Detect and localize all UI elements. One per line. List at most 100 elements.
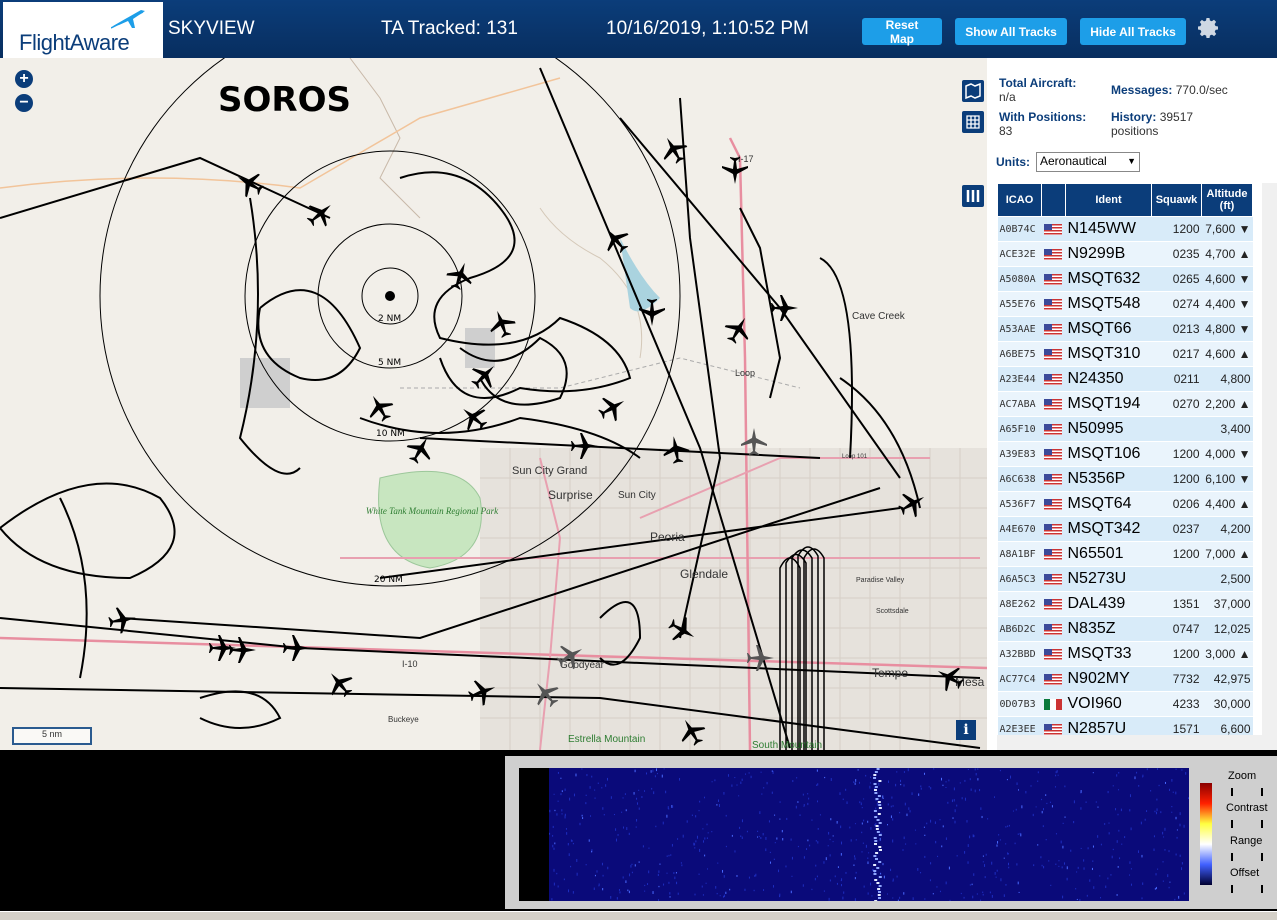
flag-cell [1042,517,1066,542]
table-row[interactable]: AB6D2CN835Z074712,025 [998,617,1253,642]
table-row[interactable]: A23E44N2435002114,800 [998,367,1253,392]
table-vertical-scrollbar[interactable] [1262,183,1277,750]
zoom-in-icon[interactable]: + [15,70,33,88]
country-flag-icon [1044,474,1062,485]
table-row[interactable]: A39E83MSQT10612004,000 ▼ [998,442,1253,467]
icao-cell: A32BBD [998,642,1042,667]
altitude-cell: 12,025 [1202,617,1253,642]
flag-cell [1042,417,1066,442]
flag-cell [1042,592,1066,617]
altitude-trend-icon: ▼ [1239,297,1251,311]
place-label: Glendale [680,567,728,581]
offset-slider[interactable] [1231,885,1263,893]
contrast-slider[interactable] [1231,820,1263,828]
altitude-value: 4,400 [1205,497,1235,511]
ring-label-5nm: 5 NM [378,358,401,368]
altitude-value: 4,600 [1205,347,1235,361]
table-row[interactable]: A6BE75MSQT31002174,600 ▲ [998,342,1253,367]
country-flag-icon [1044,724,1062,735]
grid-icon[interactable] [962,111,984,133]
reset-map-button[interactable]: Reset Map [862,18,942,45]
altitude-cell: 4,400 ▲ [1202,492,1253,517]
place-label: Sun City [618,490,656,501]
table-row[interactable]: A32BBDMSQT3312003,000 ▲ [998,642,1253,667]
column-header-squawk[interactable]: Squawk [1152,184,1202,217]
altitude-cell: 7,600 ▼ [1202,217,1253,242]
columns-icon[interactable] [962,185,984,207]
table-row[interactable]: A536F7MSQT6402064,400 ▲ [998,492,1253,517]
show-all-tracks-button[interactable]: Show All Tracks [955,18,1067,45]
altitude-cell: 4,000 ▼ [1202,442,1253,467]
altitude-value: 4,800 [1205,322,1235,336]
zoom-out-icon[interactable]: − [15,94,33,112]
zoom-slider[interactable] [1231,788,1263,796]
altitude-trend-icon: ▼ [1239,272,1251,286]
icao-cell: A4E670 [998,517,1042,542]
altitude-trend-icon: ▲ [1239,347,1251,361]
column-header-ident[interactable]: Ident [1066,184,1152,217]
total-aircraft-value: n/a [999,90,1016,104]
map-canvas[interactable]: 2 NM 5 NM 10 NM 20 NM Cave Creek Sun Cit… [0,58,987,750]
ident-cell: VOI960 [1066,692,1152,717]
spectrum-waterfall[interactable] [519,768,1189,901]
country-flag-icon [1044,499,1062,510]
country-flag-icon [1044,699,1062,710]
gear-icon[interactable] [1197,16,1221,40]
map-layers-icon[interactable] [962,80,984,102]
units-select-value: Aeronautical [1040,154,1107,168]
table-row[interactable]: A55E76MSQT54802744,400 ▼ [998,292,1253,317]
flightaware-logo[interactable]: FlightAware [3,2,163,58]
info-icon[interactable]: i [956,720,976,740]
flag-cell [1042,292,1066,317]
units-select[interactable]: Aeronautical ▼ [1036,152,1140,172]
app-header: FlightAware SKYVIEW TA Tracked: 131 10/1… [0,0,1277,58]
column-header-flag[interactable] [1042,184,1066,217]
hide-all-tracks-button[interactable]: Hide All Tracks [1080,18,1186,45]
altitude-value: 4,200 [1220,522,1250,536]
map-overlay-title: SOROS [218,80,351,120]
altitude-value: 2,500 [1220,572,1250,586]
range-slider[interactable] [1231,853,1263,861]
table-horizontal-scrollbar[interactable] [997,735,1262,750]
road-label: Loop [735,368,755,378]
table-row[interactable]: ACE32EN9299B02354,700 ▲ [998,242,1253,267]
table-row[interactable]: A65F10N509953,400 [998,417,1253,442]
ident-cell: MSQT342 [1066,517,1152,542]
flag-cell [1042,567,1066,592]
country-flag-icon [1044,674,1062,685]
squawk-cell [1152,417,1202,442]
with-positions-label: With Positions: [999,110,1086,124]
map-view[interactable]: 2 NM 5 NM 10 NM 20 NM Cave Creek Sun Cit… [0,58,987,750]
column-header-icao[interactable]: ICAO [998,184,1042,217]
altitude-trend-icon: ▲ [1239,547,1251,561]
ident-cell: N24350 [1066,367,1152,392]
site-name: SKYVIEW [168,18,255,40]
table-row[interactable]: A8A1BFN6550112007,000 ▲ [998,542,1253,567]
altitude-cell: 2,500 [1202,567,1253,592]
country-flag-icon [1044,299,1062,310]
altitude-value: 30,000 [1214,697,1251,711]
icao-cell: A8E262 [998,592,1042,617]
table-row[interactable]: A4E670MSQT34202374,200 [998,517,1253,542]
squawk-cell: 1200 [1152,217,1202,242]
table-row[interactable]: A5080AMSQT63202654,600 ▼ [998,267,1253,292]
country-flag-icon [1044,324,1062,335]
column-header-altitude[interactable]: Altitude (ft) [1202,184,1253,217]
table-row[interactable]: A53AAEMSQT6602134,800 ▼ [998,317,1253,342]
table-row[interactable]: A6C638N5356P12006,100 ▼ [998,467,1253,492]
table-row[interactable]: AC7ABAMSQT19402702,200 ▲ [998,392,1253,417]
table-row[interactable]: A8E262DAL439135137,000 [998,592,1253,617]
altitude-trend-icon: ▼ [1239,447,1251,461]
flag-cell [1042,267,1066,292]
table-row[interactable]: A6A5C3N5273U2,500 [998,567,1253,592]
current-datetime: 10/16/2019, 1:10:52 PM [606,18,809,40]
ring-label-20nm: 20 NM [374,575,403,585]
road-label: Loop 101 [842,454,868,460]
table-row[interactable]: 0D07B3VOI960423330,000 [998,692,1253,717]
flag-cell [1042,342,1066,367]
offset-label: Offset [1230,867,1259,879]
ident-cell: MSQT106 [1066,442,1152,467]
table-row[interactable]: A0B74CN145WW12007,600 ▼ [998,217,1253,242]
table-row[interactable]: AC77C4N902MY773242,975 [998,667,1253,692]
altitude-cell: 30,000 [1202,692,1253,717]
